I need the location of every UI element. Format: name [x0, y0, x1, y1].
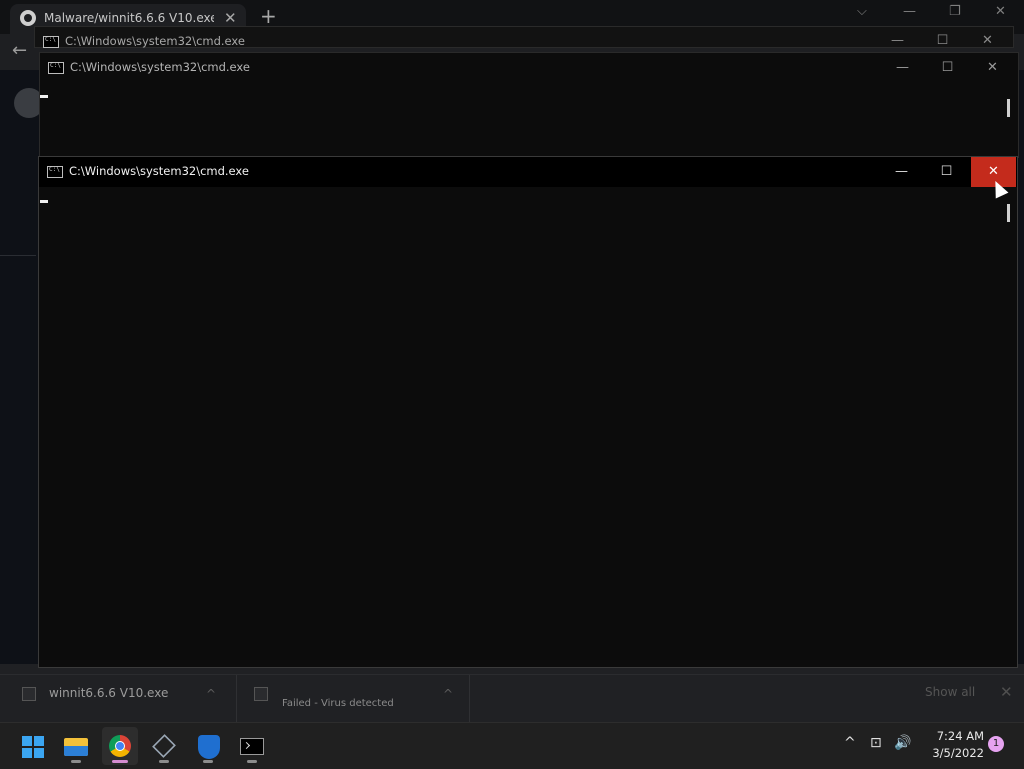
window-title: C:\Windows\system32\cmd.exe — [70, 60, 250, 74]
clock[interactable]: 7:24 AM 3/5/2022 — [920, 728, 984, 762]
running-indicator — [203, 760, 213, 763]
virtualbox-icon — [152, 734, 176, 758]
back-arrow-icon[interactable]: ← — [12, 40, 27, 61]
cmd-icon — [47, 166, 63, 178]
cmd-titlebar[interactable]: C:\Windows\system32\cmd.exe — ☐ ✕ — [39, 157, 1017, 187]
notification-badge[interactable]: 1 — [988, 736, 1004, 752]
text-cursor — [40, 95, 48, 98]
chevron-up-icon[interactable]: ^ — [206, 687, 216, 701]
terminal-button[interactable] — [234, 727, 270, 765]
virtualbox-button[interactable] — [146, 727, 182, 765]
text-cursor — [40, 200, 48, 203]
terminal-icon — [240, 738, 264, 755]
close-button[interactable]: ✕ — [970, 53, 1015, 83]
running-indicator — [159, 760, 169, 763]
close-shelf-icon[interactable]: ✕ — [1000, 683, 1013, 701]
file-explorer-button[interactable] — [58, 727, 94, 765]
browser-restore-button[interactable]: ❐ — [949, 4, 961, 19]
tab-close-icon[interactable]: ✕ — [224, 9, 237, 27]
cmd-window-front[interactable]: C:\Windows\system32\cmd.exe — ☐ ✕ — [38, 156, 1018, 668]
github-icon — [20, 10, 36, 26]
cmd-icon — [43, 36, 59, 48]
scrollbar-thumb[interactable] — [1007, 99, 1010, 117]
show-all-button[interactable]: Show all — [925, 685, 975, 699]
taskbar: ^ ⊡ 🔊 7:24 AM 3/5/2022 1 — [0, 722, 1024, 769]
file-icon — [22, 687, 36, 701]
windows-logo-icon — [22, 736, 44, 758]
window-title: C:\Windows\system32\cmd.exe — [69, 164, 249, 178]
divider — [0, 255, 36, 256]
minimize-button[interactable]: — — [880, 53, 925, 83]
network-icon[interactable]: ⊡ — [870, 735, 882, 751]
minimize-button[interactable]: — — [879, 157, 924, 187]
download-status: Failed - Virus detected — [282, 698, 394, 709]
chevron-up-icon[interactable]: ^ — [443, 687, 453, 701]
chevron-up-icon[interactable]: ^ — [844, 735, 856, 751]
clock-time: 7:24 AM — [936, 729, 984, 743]
chrome-button[interactable] — [102, 727, 138, 765]
cmd-titlebar[interactable]: C:\Windows\system32\cmd.exe — ☐ ✕ — [40, 53, 1018, 83]
start-button[interactable] — [14, 727, 50, 765]
maximize-button[interactable]: ☐ — [924, 157, 969, 187]
tab-title: Malware/winnit6.6.6 V10.exe at — [44, 11, 214, 25]
scrollbar-thumb[interactable] — [1007, 204, 1010, 222]
new-tab-button[interactable]: + — [260, 4, 277, 28]
file-icon — [254, 687, 268, 701]
cmd-icon — [48, 62, 64, 74]
running-indicator — [247, 760, 257, 763]
volume-icon[interactable]: 🔊 — [894, 735, 911, 751]
shield-icon — [198, 735, 220, 759]
download-item[interactable]: winnit6.6.6 V10.exe ^ — [0, 675, 237, 723]
download-shelf: winnit6.6.6 V10.exe ^ Failed - Virus det… — [0, 674, 1024, 723]
cmd-window-back[interactable]: C:\Windows\system32\cmd.exe — ☐ ✕ — [34, 26, 1014, 48]
folder-icon — [64, 738, 88, 756]
clock-date: 3/5/2022 — [932, 746, 984, 760]
tab-search-icon[interactable]: ⌵ — [857, 4, 867, 19]
cmd-window-middle[interactable]: C:\Windows\system32\cmd.exe — ☐ ✕ — [39, 52, 1019, 158]
windows-security-button[interactable] — [190, 727, 226, 765]
window-title: C:\Windows\system32\cmd.exe — [65, 34, 245, 48]
download-item[interactable]: Failed - Virus detected ^ — [236, 675, 470, 723]
browser-minimize-button[interactable]: — — [903, 4, 916, 19]
chrome-icon — [109, 735, 131, 757]
maximize-button[interactable]: ☐ — [925, 53, 970, 83]
browser-close-button[interactable]: ✕ — [995, 4, 1006, 19]
download-name: winnit6.6.6 V10.exe — [49, 686, 169, 700]
running-indicator — [71, 760, 81, 763]
running-indicator — [112, 760, 128, 763]
